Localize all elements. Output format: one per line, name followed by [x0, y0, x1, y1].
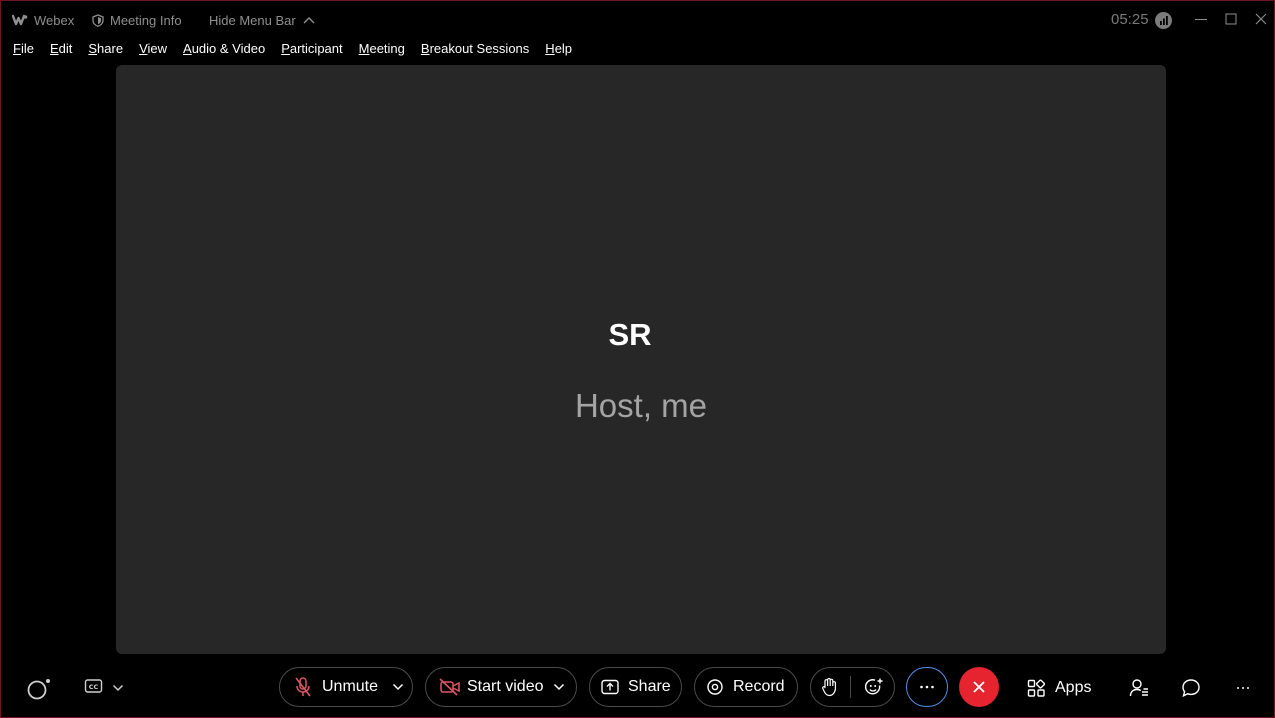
raise-hand-icon[interactable] [821, 677, 837, 697]
unmute-label: Unmute [322, 678, 379, 695]
apps-button[interactable]: Apps [1027, 677, 1091, 699]
chat-button[interactable] [1180, 677, 1202, 699]
share-label: Share [628, 678, 671, 695]
apps-label: Apps [1055, 679, 1092, 696]
leave-meeting-button[interactable] [959, 667, 999, 707]
menu-edit[interactable]: Edit [50, 41, 72, 59]
hide-menu-bar-label: Hide Menu Bar [209, 12, 296, 28]
record-label: Record [733, 678, 785, 695]
start-video-button[interactable]: Start video [425, 667, 577, 707]
video-stage: SR Host, me [116, 65, 1166, 654]
more-options-button[interactable] [906, 667, 948, 707]
menu-bar: File Edit Share View Audio & Video Parti… [13, 41, 588, 59]
webex-logo-icon [12, 14, 28, 26]
menu-view[interactable]: View [139, 41, 167, 59]
menu-file[interactable]: File [13, 41, 34, 59]
menu-participant[interactable]: Participant [281, 41, 342, 59]
assistant-icon[interactable] [26, 677, 52, 701]
menu-meeting[interactable]: Meeting [359, 41, 405, 59]
mic-off-icon [294, 676, 314, 698]
overflow-button[interactable] [1233, 681, 1253, 695]
participants-button[interactable] [1128, 677, 1150, 699]
overflow-icon [1236, 686, 1250, 690]
reactions-group [810, 667, 895, 707]
minimize-button[interactable] [1193, 11, 1209, 27]
participants-icon [1129, 678, 1149, 698]
leave-icon [972, 680, 986, 694]
close-window-button[interactable] [1253, 11, 1269, 27]
chevron-up-icon [302, 15, 316, 25]
apps-icon [1027, 678, 1046, 698]
webex-window: Webex Meeting Info Hide Menu Bar 05:25 F… [0, 0, 1275, 718]
app-name: Webex [34, 12, 75, 28]
menu-breakout-sessions[interactable]: Breakout Sessions [421, 41, 529, 59]
audio-options-chevron-icon[interactable] [392, 683, 404, 691]
meeting-timer: 05:25 [1111, 11, 1149, 28]
start-video-label: Start video [467, 678, 544, 695]
captions-icon: CC [84, 678, 104, 699]
network-health-icon[interactable] [1155, 12, 1172, 29]
app-title: Webex [12, 12, 74, 28]
meeting-info-button[interactable]: Meeting Info [92, 12, 182, 28]
reaction-icon[interactable] [864, 677, 884, 697]
captions-button[interactable]: CC [81, 677, 127, 699]
hide-menu-bar-button[interactable]: Hide Menu Bar [209, 12, 316, 28]
video-off-icon [439, 678, 461, 696]
participant-name: Host, me [574, 387, 708, 424]
menu-share[interactable]: Share [88, 41, 123, 59]
chevron-down-icon [112, 679, 124, 697]
video-options-chevron-icon[interactable] [553, 683, 565, 691]
shield-icon [92, 13, 104, 27]
share-button[interactable]: Share [589, 667, 682, 707]
unmute-button[interactable]: Unmute [279, 667, 413, 707]
svg-text:CC: CC [89, 683, 99, 691]
reactions-divider [849, 676, 851, 698]
meeting-info-label: Meeting Info [110, 12, 182, 28]
title-bar: Webex Meeting Info Hide Menu Bar 05:25 [1, 1, 1274, 39]
participant-initials: SR [608, 317, 652, 352]
more-icon [919, 685, 935, 689]
chat-icon [1181, 678, 1201, 698]
record-icon [707, 679, 723, 695]
record-button[interactable]: Record [694, 667, 798, 707]
menu-help[interactable]: Help [545, 41, 572, 59]
share-icon [601, 679, 619, 695]
maximize-button[interactable] [1223, 11, 1239, 27]
menu-audio-video[interactable]: Audio & Video [183, 41, 265, 59]
